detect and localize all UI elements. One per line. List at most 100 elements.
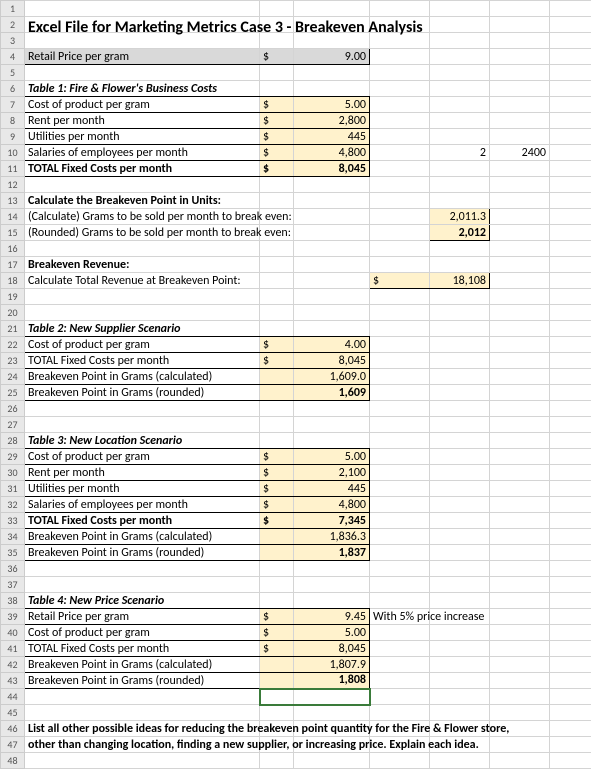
row-header[interactable]: 2 (1, 17, 25, 33)
row-header[interactable]: 13 (1, 193, 25, 209)
cell[interactable]: 5.00 (294, 625, 370, 641)
cell[interactable]: TOTAL Fixed Costs per month (25, 641, 260, 657)
cell[interactable]: $ (260, 625, 294, 641)
cell[interactable]: 445 (294, 129, 370, 145)
cell[interactable]: $ (260, 161, 294, 177)
cell[interactable]: 9.45 (294, 609, 370, 625)
row-header[interactable]: 25 (1, 385, 25, 401)
retail-value[interactable]: 9.00 (294, 49, 370, 65)
cell[interactable]: 1,808 (294, 673, 370, 689)
selected-cell[interactable] (260, 689, 294, 705)
row-header[interactable]: 45 (1, 705, 25, 721)
retail-label[interactable]: Retail Price per gram (25, 49, 260, 65)
cell[interactable]: Utilities per month (25, 481, 260, 497)
row-header[interactable]: 18 (1, 273, 25, 289)
row-header[interactable]: 47 (1, 737, 25, 753)
cell[interactable] (260, 385, 294, 401)
cell[interactable]: 2,012 (430, 225, 490, 241)
row-header[interactable]: 5 (1, 65, 25, 81)
row-header[interactable]: 30 (1, 465, 25, 481)
cell[interactable]: 1,609.0 (294, 369, 370, 385)
cell[interactable]: 7,345 (294, 513, 370, 529)
row-header[interactable]: 34 (1, 529, 25, 545)
cell[interactable]: 1,609 (294, 385, 370, 401)
cell[interactable]: $ (260, 497, 294, 513)
cell[interactable]: $ (260, 97, 294, 113)
cell[interactable]: 445 (294, 481, 370, 497)
cell[interactable]: (Rounded) Grams to be sold per month to … (25, 225, 260, 241)
row-header[interactable]: 32 (1, 497, 25, 513)
cell[interactable]: 8,045 (294, 353, 370, 369)
row-header[interactable]: 12 (1, 177, 25, 193)
row-header[interactable]: 31 (1, 481, 25, 497)
cell[interactable]: 1,836.3 (294, 529, 370, 545)
cell[interactable]: Rent per month (25, 113, 260, 129)
cell[interactable]: 1,807.9 (294, 657, 370, 673)
cell[interactable]: $ (260, 145, 294, 161)
row-header[interactable]: 28 (1, 433, 25, 449)
cell[interactable]: Cost of product per gram (25, 625, 260, 641)
row-header[interactable]: 1 (1, 1, 25, 17)
cell[interactable]: Breakeven Point in Grams (calculated) (25, 529, 260, 545)
row-header[interactable]: 40 (1, 625, 25, 641)
cell[interactable]: 4,800 (294, 145, 370, 161)
cell[interactable]: 2 (430, 145, 490, 161)
row-header[interactable]: 23 (1, 353, 25, 369)
row-header[interactable]: 10 (1, 145, 25, 161)
row-header[interactable]: 27 (1, 417, 25, 433)
row-header[interactable]: 7 (1, 97, 25, 113)
cell[interactable]: Utilities per month (25, 129, 260, 145)
row-header[interactable]: 14 (1, 209, 25, 225)
row-header[interactable]: 43 (1, 673, 25, 689)
cell[interactable]: Breakeven Point in Grams (rounded) (25, 673, 260, 689)
cell[interactable]: 4.00 (294, 337, 370, 353)
cell[interactable]: Salaries of employees per month (25, 497, 260, 513)
cell[interactable]: 5.00 (294, 97, 370, 113)
row-header[interactable]: 29 (1, 449, 25, 465)
row-header[interactable]: 24 (1, 369, 25, 385)
cell[interactable]: 4,800 (294, 497, 370, 513)
cell[interactable]: 2,011.3 (430, 209, 490, 225)
cell[interactable]: $ (260, 337, 294, 353)
cell[interactable]: $ (260, 113, 294, 129)
cell[interactable]: $ (260, 353, 294, 369)
row-header[interactable]: 39 (1, 609, 25, 625)
cell[interactable]: (Calculate) Grams to be sold per month t… (25, 209, 260, 225)
cell[interactable]: 8,045 (294, 641, 370, 657)
cell[interactable]: Breakeven Point in Grams (calculated) (25, 657, 260, 673)
cell[interactable]: 5.00 (294, 449, 370, 465)
row-header[interactable]: 46 (1, 721, 25, 737)
row-header[interactable]: 8 (1, 113, 25, 129)
cell[interactable] (260, 657, 294, 673)
row-header[interactable]: 41 (1, 641, 25, 657)
cell[interactable]: Rent per month (25, 465, 260, 481)
row-header[interactable]: 21 (1, 321, 25, 337)
cell[interactable]: 2,800 (294, 113, 370, 129)
cell[interactable]: 1,837 (294, 545, 370, 561)
cell[interactable]: TOTAL Fixed Costs per month (25, 513, 260, 529)
cell[interactable] (260, 369, 294, 385)
selected-cell[interactable] (294, 689, 370, 705)
row-header[interactable]: 42 (1, 657, 25, 673)
cell[interactable]: TOTAL Fixed Costs per month (25, 161, 260, 177)
row-header[interactable]: 9 (1, 129, 25, 145)
row-header[interactable]: 33 (1, 513, 25, 529)
cell[interactable]: Salaries of employees per month (25, 145, 260, 161)
cell[interactable]: $ (260, 609, 294, 625)
cell[interactable]: $ (260, 449, 294, 465)
cell[interactable]: $ (260, 513, 294, 529)
spreadsheet[interactable]: 1 2Excel File for Marketing Metrics Case… (0, 0, 591, 769)
cell[interactable]: $ (260, 49, 294, 65)
row-header[interactable]: 6 (1, 81, 25, 97)
cell[interactable]: 18,108 (430, 273, 490, 289)
row-header[interactable]: 20 (1, 305, 25, 321)
row-header[interactable]: 26 (1, 401, 25, 417)
row-header[interactable]: 11 (1, 161, 25, 177)
cell[interactable]: TOTAL Fixed Costs per month (25, 353, 260, 369)
cell[interactable] (260, 529, 294, 545)
row-header[interactable]: 16 (1, 241, 25, 257)
cell[interactable]: Retail Price per gram (25, 609, 260, 625)
row-header[interactable]: 19 (1, 289, 25, 305)
cell[interactable]: Breakeven Point in Grams (calculated) (25, 369, 260, 385)
row-header[interactable]: 48 (1, 753, 25, 769)
